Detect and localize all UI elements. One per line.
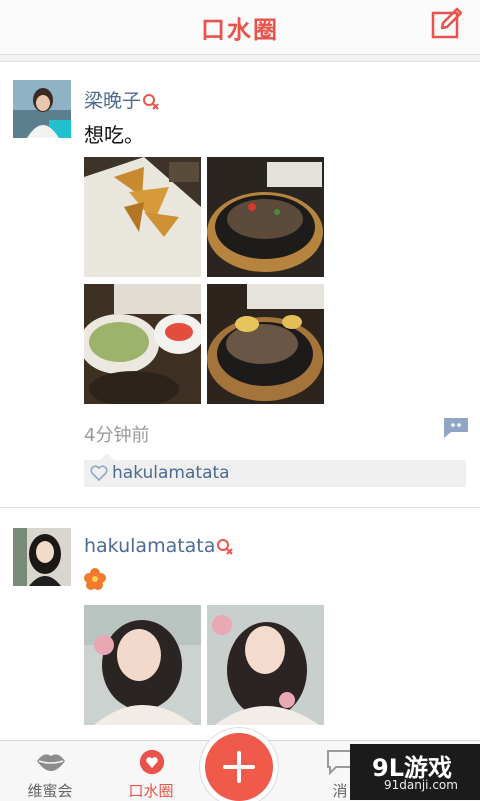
post-photo[interactable] (207, 605, 324, 725)
like-username[interactable]: hakulamatata (112, 463, 230, 483)
post-text: 想吃。 (84, 123, 144, 147)
likes-bar: hakulamatata (84, 453, 466, 487)
post-timestamp: 4分钟前 (84, 425, 150, 446)
tab-weimihui[interactable]: 维蜜会 (0, 741, 100, 801)
post-username[interactable]: hakulamatata (84, 535, 234, 557)
sizzling-steak-photo (207, 157, 324, 277)
post-photo[interactable] (84, 284, 201, 404)
female-icon (217, 538, 234, 555)
salad-bowl-photo (84, 284, 201, 404)
watermark-url: 91danji.com (384, 778, 458, 792)
post-photo[interactable] (207, 157, 324, 277)
avatar[interactable] (13, 528, 71, 586)
header-separator (0, 55, 480, 62)
post-photo[interactable] (84, 157, 201, 277)
tab-koushuiquan[interactable]: 口水圈 (101, 741, 201, 801)
avatar[interactable] (13, 80, 71, 138)
username-text[interactable]: 梁晚子 (84, 90, 141, 112)
samosa-plate-photo (84, 157, 201, 277)
comment-icon[interactable] (444, 418, 468, 438)
add-post-button[interactable] (205, 733, 273, 801)
plus-icon (223, 751, 255, 783)
watermark: 9L游戏 91danji.com (350, 744, 480, 800)
selfie-photo-1 (84, 605, 201, 725)
page-title: 口水圈 (201, 16, 279, 44)
tab-label: 维蜜会 (27, 782, 73, 800)
post-photo[interactable] (84, 605, 201, 725)
flower-emoji-icon (84, 568, 106, 590)
likes-bar-pointer (100, 453, 114, 460)
heart-icon (90, 465, 108, 482)
tab-label: 口水圈 (128, 782, 174, 800)
top-bar: 口水圈 (0, 0, 480, 55)
post-card: hakulamatata (0, 508, 480, 740)
post-username[interactable]: 梁晚子 (84, 86, 160, 113)
username-text[interactable]: hakulamatata (84, 535, 215, 557)
selfie-photo-2 (207, 605, 324, 725)
lips-icon (37, 754, 65, 771)
steak-pasta-photo (207, 284, 324, 404)
post-photo[interactable] (207, 284, 324, 404)
female-icon (143, 93, 159, 110)
heart-drop-icon (139, 749, 165, 775)
post-card: 梁晚子 想吃。 4分钟前 hakulamatata (0, 62, 480, 508)
edit-icon[interactable] (430, 6, 464, 40)
